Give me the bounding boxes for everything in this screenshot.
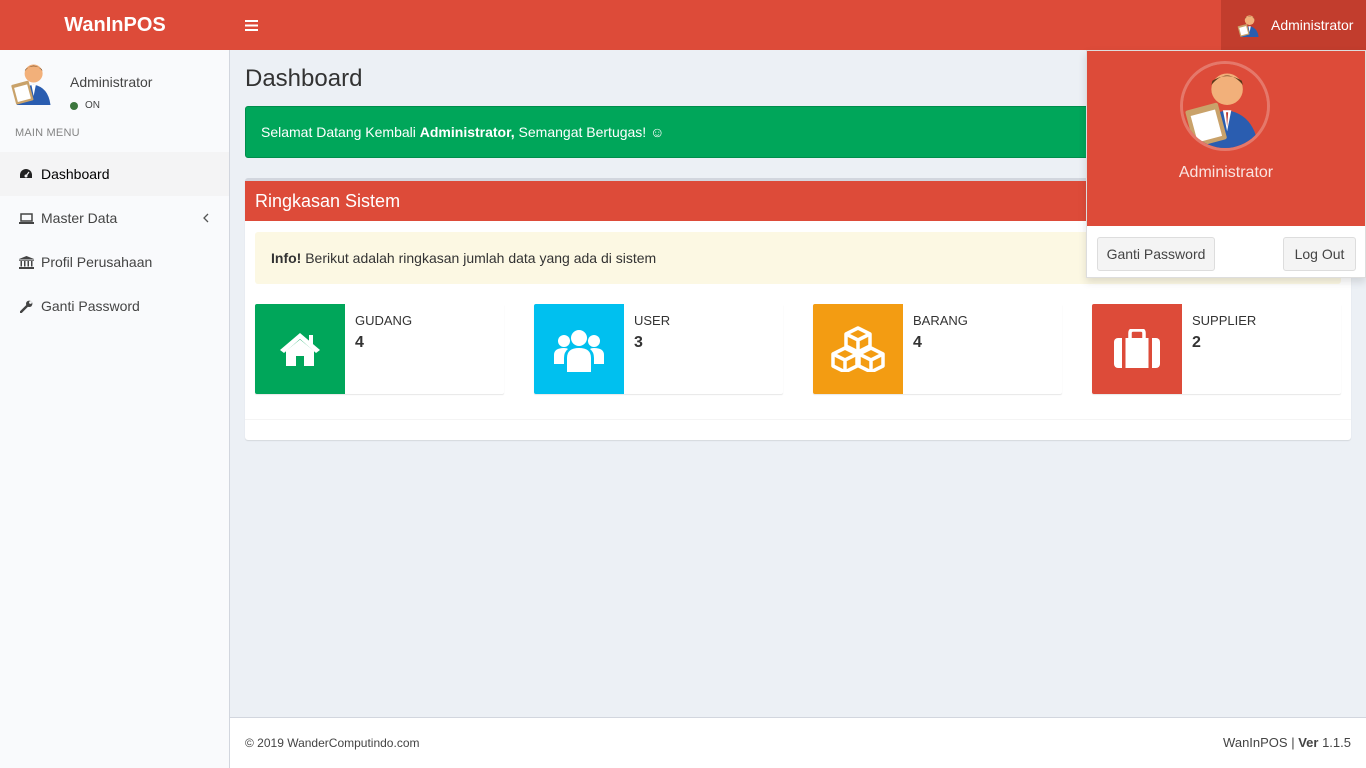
stat-label: USER: [634, 313, 671, 328]
sidebar-item-label: Master Data: [41, 210, 118, 226]
sidebar-user-name: Administrator: [70, 74, 153, 90]
home-icon: [255, 304, 345, 394]
user-menu-toggle[interactable]: Administrator: [1221, 0, 1366, 50]
hamburger-icon: [244, 19, 258, 31]
page-title: Dashboard: [245, 65, 363, 92]
stat-value: 2: [1192, 334, 1201, 351]
sidebar-item-label: Profil Perusahaan: [41, 254, 153, 270]
sidebar: Administrator ON MAIN MENU Dashboard Mas…: [0, 50, 230, 768]
wrench-icon: [18, 298, 34, 314]
footer-copyright: © 2019 WanderComputindo.com: [245, 736, 420, 750]
online-status: ON: [70, 100, 100, 111]
user-dropdown-menu: Administrator Ganti Password Log Out: [1086, 50, 1366, 278]
menu-header: MAIN MENU: [15, 127, 80, 139]
stat-card-barang: BARANG 4: [813, 304, 1062, 394]
stat-label: SUPPLIER: [1192, 313, 1257, 328]
info-callout-text: Berikut adalah ringkasan jumlah data yan…: [301, 250, 657, 266]
stat-label: GUDANG: [355, 313, 413, 328]
online-dot-icon: [70, 101, 78, 110]
briefcase-icon: [1092, 304, 1182, 394]
change-password-button[interactable]: Ganti Password: [1097, 237, 1215, 271]
sidebar-menu: Dashboard Master Data Profil Perusahaan …: [0, 152, 229, 328]
brand-logo[interactable]: WanInPOS: [0, 0, 230, 50]
dropdown-user-name: Administrator: [1178, 164, 1274, 181]
logout-button[interactable]: Log Out: [1283, 237, 1356, 271]
dashboard-icon: [18, 166, 34, 182]
footer: © 2019 WanderComputindo.com WanInPOS | V…: [230, 717, 1366, 768]
stat-card-supplier: SUPPLIER 2: [1092, 304, 1341, 394]
welcome-user-name: Administrator,: [419, 124, 515, 140]
sidebar-toggle-button[interactable]: [236, 0, 266, 50]
info-callout-label: Info!: [271, 250, 302, 266]
users-icon: [534, 304, 624, 394]
box-footer-divider: [245, 419, 1351, 420]
user-avatar-small: [1237, 13, 1261, 37]
stat-card-user: USER 3: [534, 304, 783, 394]
sidebar-avatar: [10, 60, 55, 105]
footer-version-label: Ver: [1298, 735, 1319, 750]
sidebar-item-label: Ganti Password: [41, 298, 140, 314]
welcome-prefix: Selamat Datang Kembali: [261, 124, 420, 140]
main-header: WanInPOS Administrator: [0, 0, 1366, 50]
stat-value: 4: [355, 334, 364, 351]
bank-icon: [18, 254, 34, 270]
laptop-icon: [18, 210, 34, 226]
cubes-icon: [813, 304, 903, 394]
stat-value: 3: [634, 334, 643, 351]
stat-label: BARANG: [913, 313, 968, 328]
stat-card-gudang: GUDANG 4: [255, 304, 504, 394]
footer-app-name: WanInPOS: [1223, 735, 1288, 750]
sidebar-item-profil-perusahaan[interactable]: Profil Perusahaan: [0, 240, 229, 284]
status-text: ON: [85, 100, 100, 111]
sidebar-user-panel: Administrator ON: [10, 60, 220, 116]
sidebar-item-label: Dashboard: [41, 166, 110, 182]
sidebar-item-master-data[interactable]: Master Data: [0, 196, 229, 240]
footer-version-number: 1.1.5: [1322, 735, 1351, 750]
footer-version: WanInPOS | Ver 1.1.5: [1223, 735, 1351, 750]
sidebar-item-ganti-password[interactable]: Ganti Password: [0, 284, 229, 328]
chevron-left-icon: [203, 210, 209, 226]
stat-value: 4: [913, 334, 922, 351]
user-dropdown-header: Administrator: [1087, 51, 1365, 226]
header-user-name: Administrator: [1271, 17, 1354, 33]
user-avatar-large: [1180, 61, 1270, 151]
sidebar-item-dashboard[interactable]: Dashboard: [0, 152, 229, 196]
welcome-suffix: Semangat Bertugas! ☺: [514, 124, 665, 140]
